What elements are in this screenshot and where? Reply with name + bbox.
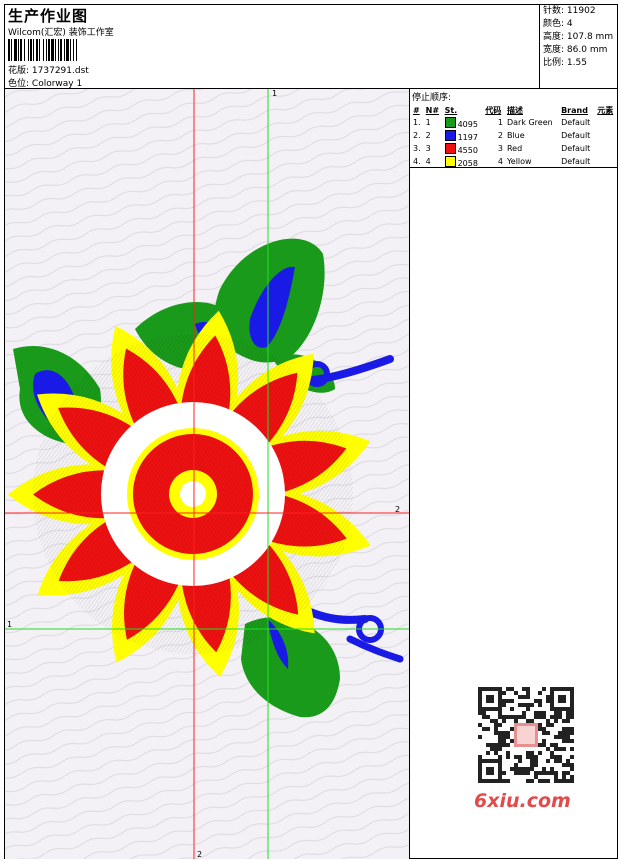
stat-width: 宽度: 86.0 mm — [543, 45, 608, 55]
color-swatch — [444, 155, 456, 167]
stop-sequence-table: # N# St. 代码 描述 Brand 元素 1. 1 4095 1 Dark… — [411, 104, 617, 168]
stat-scale: 比例: 1.55 — [543, 58, 587, 68]
table-row[interactable]: 3. 3 4550 3 Red Default — [411, 142, 617, 155]
guide-label-top: 1 — [272, 89, 277, 98]
design-stats: 针数: 11902 颜色: 4 高度: 107.8 mm 宽度: 86.0 mm… — [539, 5, 619, 89]
guide-label-bottom: 2 — [197, 850, 202, 859]
embroidery-preview: 1 2 1 2 — [5, 89, 409, 859]
qr-code-watermark — [474, 683, 578, 787]
panel-divider — [410, 167, 618, 168]
watermark-site: 6xiu.com — [474, 790, 571, 812]
file-name: 1737291.dst — [31, 66, 89, 76]
table-row[interactable]: 1. 1 4095 1 Dark Green Default — [411, 116, 617, 129]
stat-height: 高度: 107.8 mm — [543, 32, 614, 42]
barcode — [8, 39, 144, 61]
table-header: # N# St. 代码 描述 Brand 元素 — [413, 105, 614, 115]
stat-colors: 颜色: 4 — [543, 19, 573, 29]
guide-label-right: 2 — [395, 505, 400, 514]
stat-stitches: 针数: 11902 — [543, 6, 596, 16]
color-swatch — [444, 116, 456, 128]
center-hole — [180, 481, 206, 507]
design-canvas[interactable]: 1 2 1 2 — [5, 89, 409, 859]
color-swatch — [444, 142, 456, 154]
company-name: Wilcom(汇宏) 装饰工作室 — [8, 28, 114, 38]
color-swatch — [444, 129, 456, 141]
header-info: 生产作业图 Wilcom(汇宏) 装饰工作室 花版: 1737291.dst 色… — [5, 5, 538, 89]
page-title: 生产作业图 — [8, 7, 89, 25]
file-label: 花版: — [8, 66, 30, 76]
table-row[interactable]: 2. 2 1197 2 Blue Default — [411, 129, 617, 142]
guide-label-left: 1 — [7, 620, 12, 629]
stop-sequence-title: 停止顺序: — [412, 93, 452, 103]
